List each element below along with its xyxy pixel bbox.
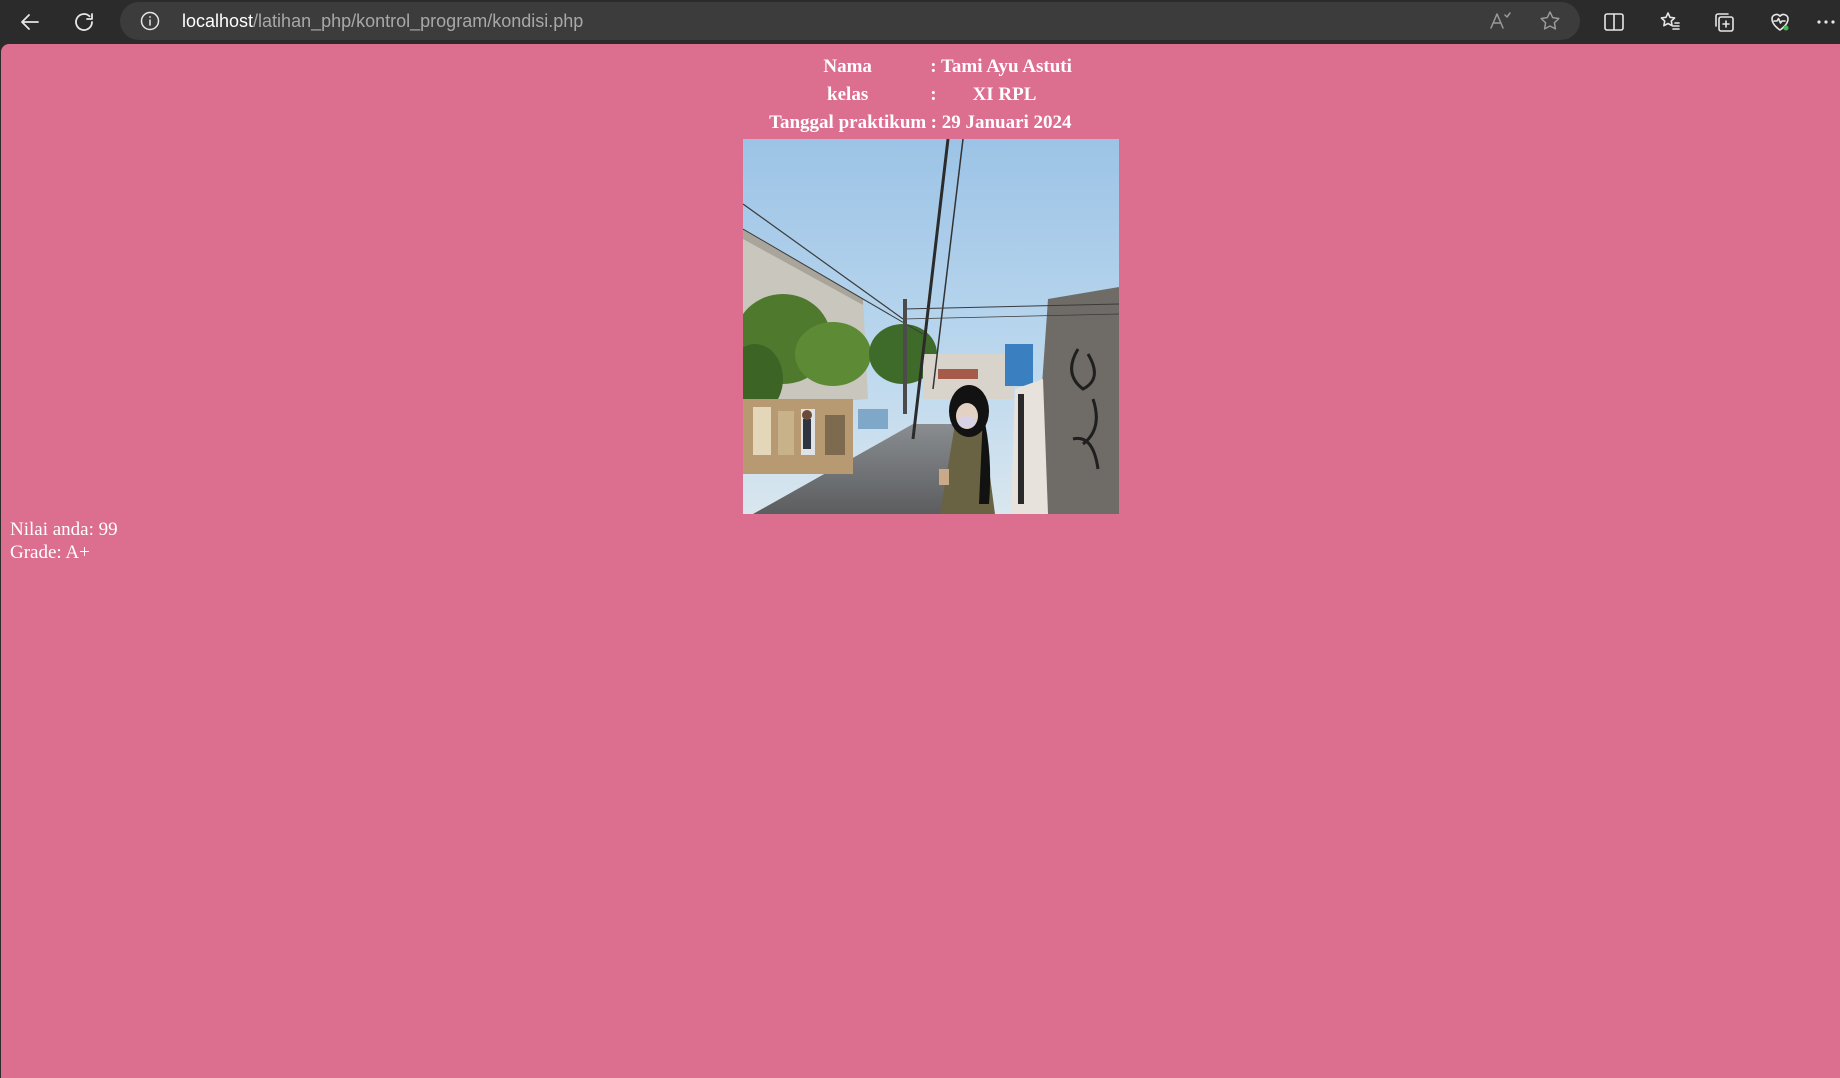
identity-row-nama: Nama : Tami Ayu Astuti xyxy=(768,54,1073,80)
identity-row-kelas: kelas : XI RPL xyxy=(768,82,1073,108)
back-icon[interactable] xyxy=(12,4,48,40)
identity-table-wrapper: Nama : Tami Ayu Astuti kelas : XI RPL Tan… xyxy=(1,52,1840,138)
identity-value: 29 Januari 2024 xyxy=(941,112,1072,133)
grade-result: Nilai anda: 99 Grade: A+ xyxy=(10,518,118,564)
more-icon[interactable] xyxy=(1812,4,1840,40)
refresh-icon[interactable] xyxy=(66,4,102,40)
identity-label: kelas xyxy=(827,84,869,105)
score-text: Nilai anda: 99 xyxy=(10,519,118,540)
grade-text: Grade: A+ xyxy=(10,542,90,563)
browser-toolbar: localhost/latihan_php/kontrol_program/ko… xyxy=(0,0,1840,44)
url-host: localhost xyxy=(182,11,254,31)
favorite-star-icon[interactable] xyxy=(1538,9,1562,33)
identity-value: Tami Ayu Astuti xyxy=(940,56,1072,77)
identity-separator: : XI RPL xyxy=(930,84,1037,105)
identity-label: Nama xyxy=(823,56,872,77)
browser-essentials-icon[interactable] xyxy=(1762,4,1798,40)
student-photo xyxy=(743,139,1119,514)
identity-value: XI RPL xyxy=(972,84,1037,105)
url-path: /latihan_php/kontrol_program/kondisi.php xyxy=(253,11,584,31)
street-photo-illustration xyxy=(743,139,1119,514)
read-aloud-icon[interactable] xyxy=(1488,9,1512,33)
identity-row-tanggal: Tanggal praktikum : 29 Januari 2024 xyxy=(768,110,1073,136)
info-icon[interactable] xyxy=(140,11,160,31)
url-text[interactable]: localhost/latihan_php/kontrol_program/ko… xyxy=(182,11,583,31)
identity-separator: : Tami Ayu Astuti xyxy=(930,56,1072,77)
identity-table: Nama : Tami Ayu Astuti kelas : XI RPL Tan… xyxy=(766,52,1075,138)
identity-label: Tanggal praktikum xyxy=(769,112,927,133)
identity-separator: : 29 Januari 2024 xyxy=(930,112,1072,133)
favorites-icon[interactable] xyxy=(1652,4,1688,40)
page-viewport: Nama : Tami Ayu Astuti kelas : XI RPL Tan… xyxy=(1,44,1840,1078)
split-screen-icon[interactable] xyxy=(1596,4,1632,40)
address-bar[interactable]: localhost/latihan_php/kontrol_program/ko… xyxy=(120,2,1580,40)
collections-icon[interactable] xyxy=(1706,4,1742,40)
